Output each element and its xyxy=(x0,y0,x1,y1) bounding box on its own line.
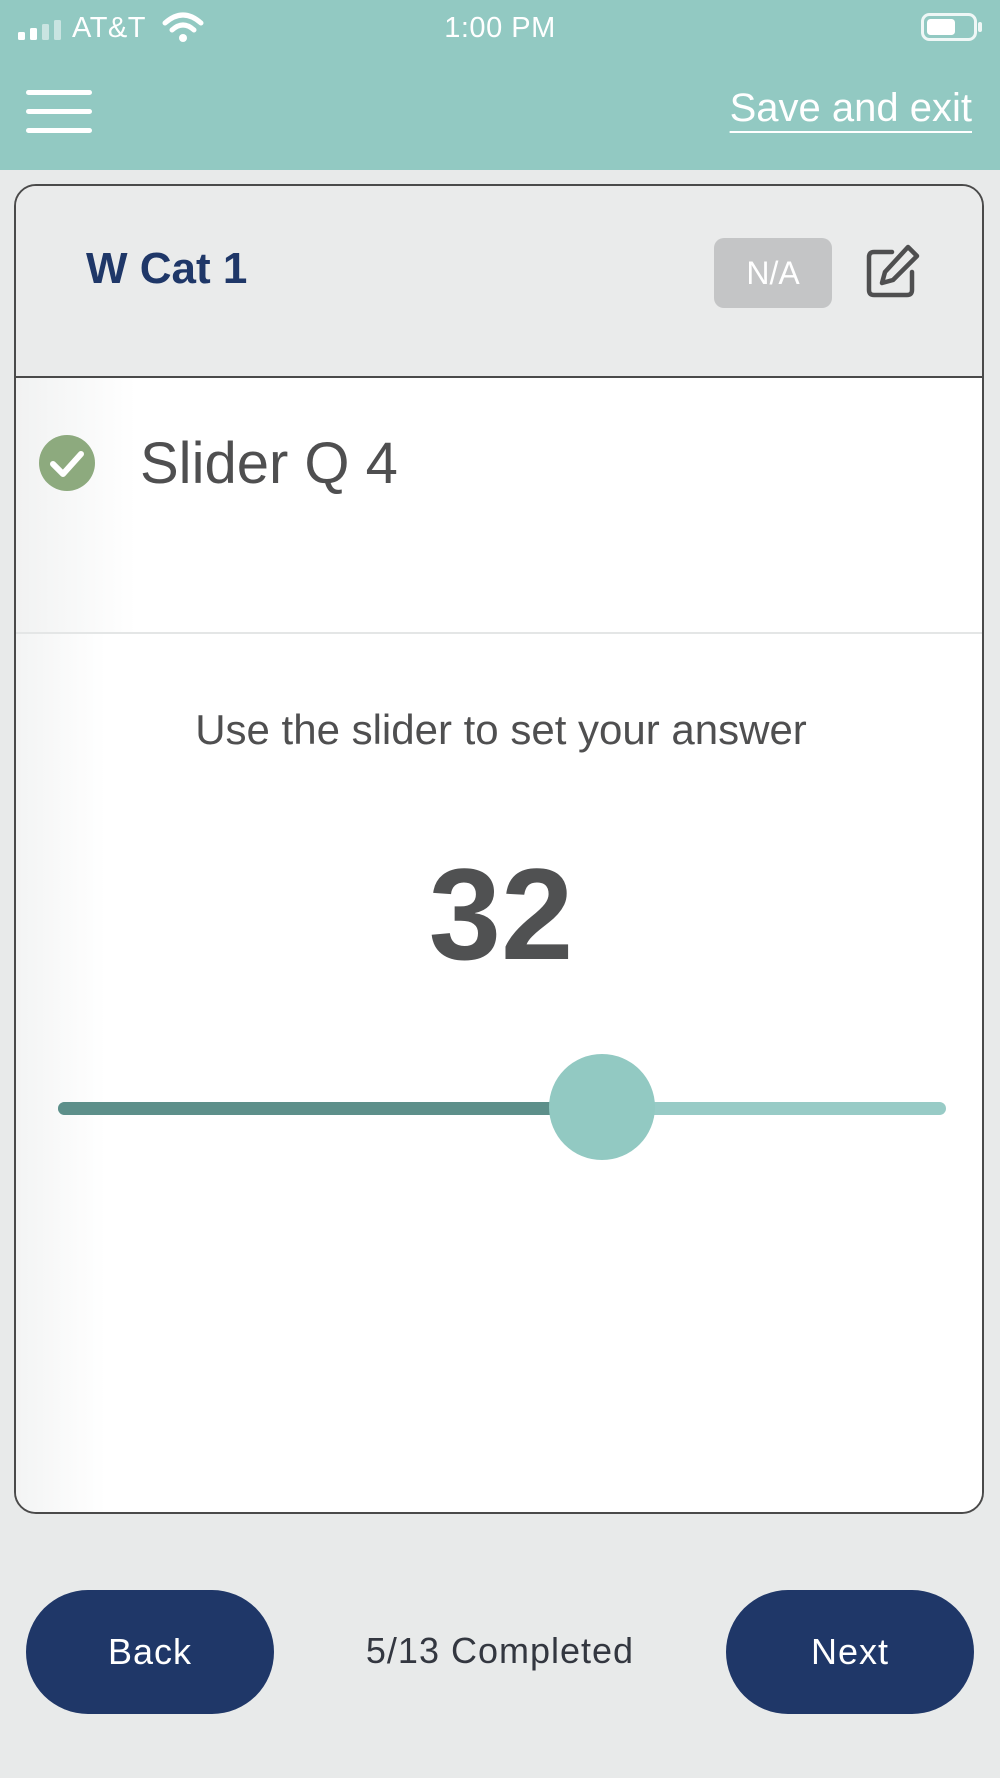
slider-fill xyxy=(58,1102,602,1115)
question-title: Slider Q 4 xyxy=(140,431,398,496)
question-row: Slider Q 4 xyxy=(16,378,982,634)
slider-value: 32 xyxy=(428,841,574,987)
question-card: W Cat 1 N/A Slider Q 4 Use the slider to… xyxy=(14,184,984,1514)
save-and-exit-link[interactable]: Save and exit xyxy=(730,86,972,131)
slider-track[interactable] xyxy=(58,1102,946,1115)
slider-instructions: Use the slider to set your answer xyxy=(195,706,807,753)
battery-icon xyxy=(921,13,982,41)
app-header: AT&T 1:00 PM Save and exit xyxy=(0,0,1000,170)
answer-area: Use the slider to set your answer 32 xyxy=(16,634,982,1512)
edit-icon[interactable] xyxy=(862,242,922,302)
status-time: 1:00 PM xyxy=(444,12,556,44)
check-circle-icon xyxy=(39,435,95,491)
slider-thumb[interactable] xyxy=(549,1054,655,1160)
status-bar: AT&T 1:00 PM xyxy=(0,0,1000,56)
category-title: W Cat 1 xyxy=(86,244,248,293)
hamburger-menu-icon[interactable] xyxy=(26,88,92,136)
answer-slider[interactable] xyxy=(58,1054,946,1164)
category-header: W Cat 1 N/A xyxy=(16,186,982,378)
na-button[interactable]: N/A xyxy=(714,238,832,308)
next-button[interactable]: Next xyxy=(726,1590,974,1714)
